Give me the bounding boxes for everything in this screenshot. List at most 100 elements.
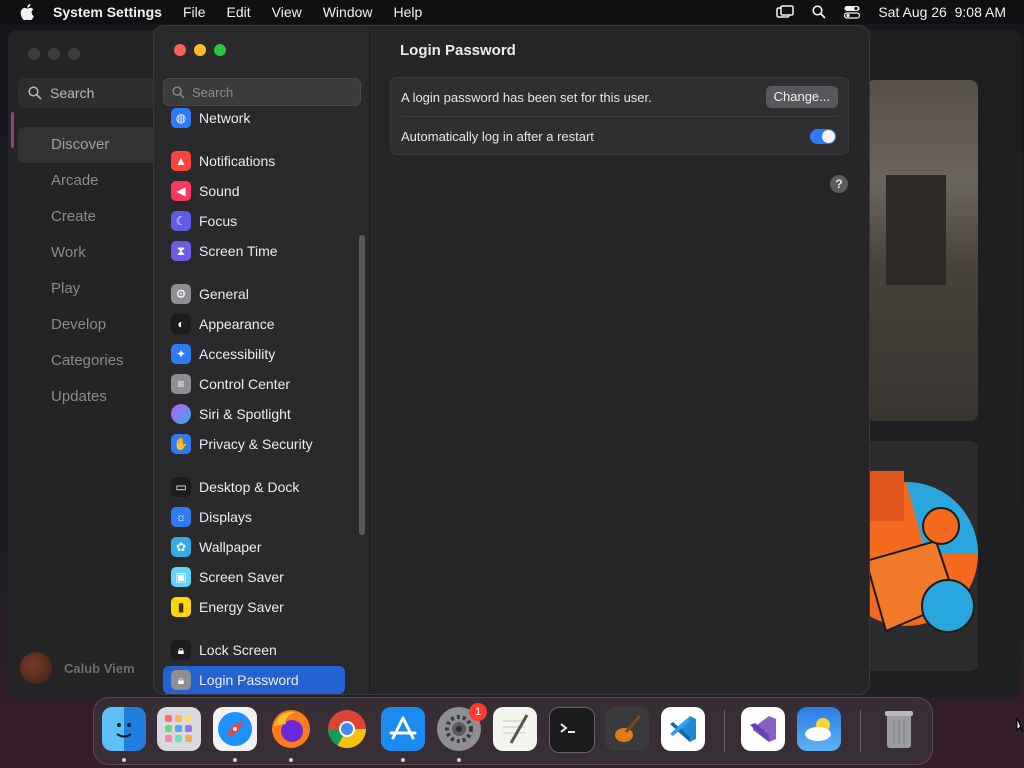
login-password-group: A login password has been set for this u… <box>390 77 849 155</box>
garageband-icon[interactable] <box>605 707 649 751</box>
moon-icon: ☾ <box>171 211 191 231</box>
lock-icon: 🔒︎ <box>171 640 191 660</box>
sidebar-item-energy-saver[interactable]: ▮ Energy Saver <box>163 593 345 621</box>
minimize-window-button[interactable] <box>194 44 206 56</box>
sidebar-item-screen-time[interactable]: ⧗ Screen Time <box>163 237 345 265</box>
sidebar-item-label: Network <box>199 110 251 126</box>
running-indicator <box>401 758 405 762</box>
finder-icon[interactable] <box>102 707 146 751</box>
sidebar-item-network[interactable]: ◍ Network <box>163 108 345 132</box>
speaker-icon: ◀ <box>171 181 191 201</box>
sidebar-item-desktop-dock[interactable]: ▭ Desktop & Dock <box>163 473 345 501</box>
sun-icon: ☼ <box>171 507 191 527</box>
app-store-accent-bar <box>11 112 14 148</box>
window-controls-inactive[interactable] <box>28 48 80 60</box>
accessibility-icon: ✦ <box>171 344 191 364</box>
system-settings-window: Search ◍ Network ▲ Notifications ◀ Sound… <box>154 26 869 694</box>
control-center-icon[interactable] <box>844 5 861 19</box>
sidebar-item-control-center[interactable]: ≡ Control Center <box>163 370 345 398</box>
sidebar-item-login-password[interactable]: 🔒︎ Login Password <box>163 666 345 694</box>
settings-content: Login Password A login password has been… <box>370 26 869 694</box>
menu-app-name[interactable]: System Settings <box>53 4 162 20</box>
menu-help[interactable]: Help <box>394 4 423 20</box>
page-title: Login Password <box>400 42 516 59</box>
app-store-icon[interactable] <box>381 707 425 751</box>
autologin-toggle[interactable] <box>810 129 836 144</box>
help-button[interactable]: ? <box>830 175 848 193</box>
system-settings-icon[interactable]: 1 <box>437 703 487 751</box>
vscode-icon[interactable] <box>661 707 705 751</box>
search-icon <box>28 86 42 100</box>
zoom-window-button[interactable] <box>214 44 226 56</box>
weather-icon[interactable] <box>797 707 841 751</box>
autologin-row: Automatically log in after a restart <box>401 117 838 155</box>
bell-icon: ▲ <box>171 151 191 171</box>
spotlight-search-icon[interactable] <box>812 5 826 19</box>
running-indicator <box>289 758 293 762</box>
sidebar-item-label: Lock Screen <box>199 642 277 658</box>
account-button[interactable]: Calub Viem <box>20 652 135 684</box>
trash-icon[interactable] <box>877 707 921 751</box>
sidebar-item-displays[interactable]: ☼ Displays <box>163 503 345 531</box>
nav-arcade[interactable]: Arcade <box>18 163 158 199</box>
safari-icon[interactable] <box>213 707 257 751</box>
nav-categories[interactable]: Categories <box>18 343 158 379</box>
featured-card-illustration[interactable] <box>866 441 978 671</box>
screen-saver-icon: ▣ <box>171 567 191 587</box>
sidebar-item-sound[interactable]: ◀ Sound <box>163 177 345 205</box>
gear-icon: ⚙ <box>171 284 191 304</box>
firefox-icon[interactable] <box>269 707 313 751</box>
terminal-icon[interactable] <box>549 707 595 753</box>
sidebar-item-label: Login Password <box>199 672 299 688</box>
mouse-pointer-icon <box>1016 717 1024 733</box>
nav-play[interactable]: Play <box>18 271 158 307</box>
sidebar-item-label: General <box>199 286 249 302</box>
avatar <box>20 652 52 684</box>
sidebar-item-siri-spotlight[interactable]: Siri & Spotlight <box>163 400 345 428</box>
sidebar-item-wallpaper[interactable]: ✿ Wallpaper <box>163 533 345 561</box>
sidebar-item-lock-screen[interactable]: 🔒︎ Lock Screen <box>163 636 345 664</box>
apple-menu-icon[interactable] <box>20 4 34 20</box>
menu-file[interactable]: File <box>183 4 206 20</box>
running-indicator <box>233 758 237 762</box>
running-indicator <box>457 758 461 762</box>
dock: 1 <box>93 697 933 765</box>
menu-view[interactable]: View <box>272 4 302 20</box>
nav-create[interactable]: Create <box>18 199 158 235</box>
chrome-icon[interactable] <box>325 707 369 751</box>
nav-updates[interactable]: Updates <box>18 379 158 415</box>
sidebar-item-screen-saver[interactable]: ▣ Screen Saver <box>163 563 345 591</box>
textedit-icon[interactable] <box>493 707 537 751</box>
menu-window[interactable]: Window <box>323 4 373 20</box>
menu-clock[interactable]: Sat Aug 26 9:08 AM <box>878 4 1006 20</box>
nav-develop[interactable]: Develop <box>18 307 158 343</box>
nav-discover[interactable]: Discover <box>18 127 158 163</box>
toggle-knob <box>822 130 835 143</box>
settings-search-field[interactable]: Search <box>163 78 361 106</box>
app-store-search[interactable]: Search <box>18 78 158 108</box>
globe-icon: ◍ <box>171 108 191 128</box>
autologin-label: Automatically log in after a restart <box>401 128 594 144</box>
building-illustration <box>886 175 946 285</box>
sidebar-item-label: Accessibility <box>199 346 276 362</box>
sidebar-item-label: Appearance <box>199 316 275 332</box>
nav-work[interactable]: Work <box>18 235 158 271</box>
sidebar-item-general[interactable]: ⚙ General <box>163 280 345 308</box>
change-password-button[interactable]: Change... <box>765 86 838 108</box>
app-store-search-placeholder: Search <box>50 85 95 101</box>
screen-mirroring-icon[interactable] <box>776 5 795 19</box>
sidebar-item-label: Wallpaper <box>199 539 262 555</box>
sidebar-item-notifications[interactable]: ▲ Notifications <box>163 147 345 175</box>
sidebar-scrollbar[interactable] <box>359 235 365 535</box>
sidebar-item-privacy-security[interactable]: ✋ Privacy & Security <box>163 430 345 458</box>
search-icon <box>172 85 185 99</box>
menu-edit[interactable]: Edit <box>227 4 251 20</box>
launchpad-icon[interactable] <box>157 707 201 751</box>
visual-studio-icon[interactable] <box>741 707 785 751</box>
sidebar-item-appearance[interactable]: ◐ Appearance <box>163 310 345 338</box>
close-window-button[interactable] <box>174 44 186 56</box>
flower-icon: ✿ <box>171 537 191 557</box>
sidebar-item-accessibility[interactable]: ✦ Accessibility <box>163 340 345 368</box>
featured-card-image[interactable] <box>866 80 978 421</box>
sidebar-item-focus[interactable]: ☾ Focus <box>163 207 345 235</box>
